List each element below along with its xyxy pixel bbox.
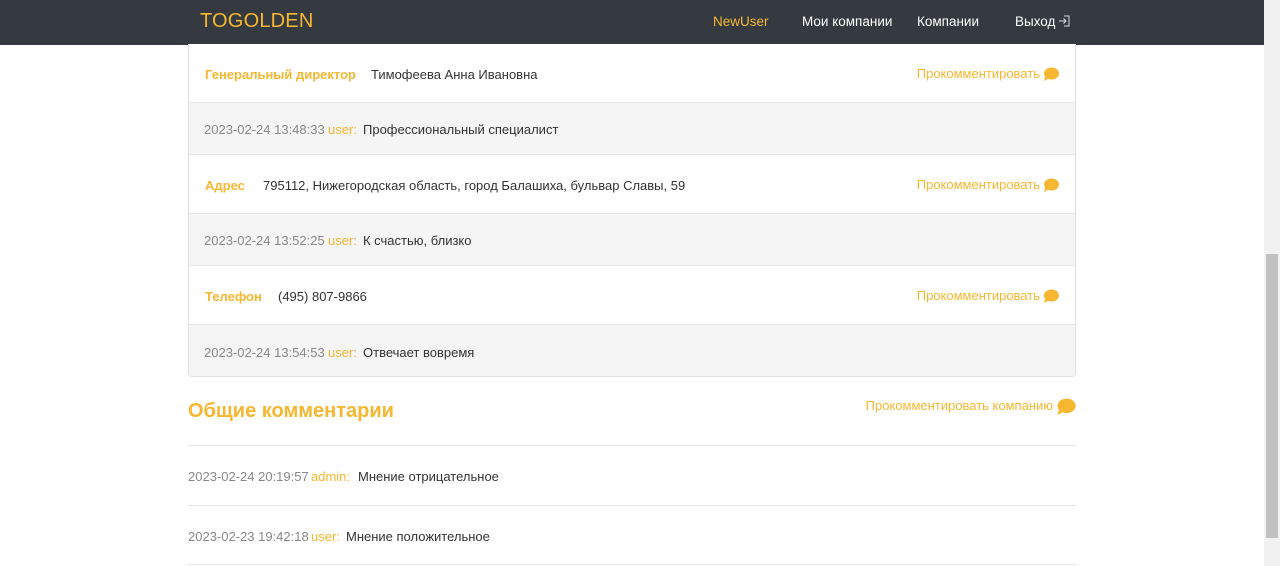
general-comments-title: Общие комментарии bbox=[188, 400, 394, 422]
comment-field-label: Прокомментировать bbox=[916, 66, 1040, 81]
company-fields-card: Генеральный директор Тимофеева Анна Иван… bbox=[188, 44, 1076, 377]
field-comment-row: 2023-02-24 13:52:25 user: К счастью, бли… bbox=[189, 213, 1075, 265]
field-label: Телефон bbox=[205, 289, 262, 304]
comment-timestamp: 2023-02-24 13:52:25 bbox=[204, 233, 325, 248]
scrollbar-thumb[interactable] bbox=[1266, 254, 1278, 538]
comment-author: user: bbox=[328, 345, 357, 360]
speech-bubble-icon bbox=[1044, 67, 1059, 81]
divider bbox=[188, 505, 1076, 506]
field-comment-row: 2023-02-24 13:54:53 user: Отвечает вовре… bbox=[189, 324, 1075, 376]
comment-field-label: Прокомментировать bbox=[916, 177, 1040, 192]
general-comment-item: 2023-02-23 19:42:18 user: Мнение положит… bbox=[188, 529, 1076, 549]
comment-field-link[interactable]: Прокомментировать bbox=[917, 288, 1059, 303]
comment-author: user: bbox=[328, 122, 357, 137]
comment-text: К счастью, близко bbox=[363, 233, 472, 248]
comment-text: Отвечает вовремя bbox=[363, 345, 475, 360]
comment-text: Мнение отрицательное bbox=[358, 469, 499, 484]
field-row-address: Адрес 795112, Нижегородская область, гор… bbox=[189, 154, 1075, 213]
nav-my-companies-link[interactable]: Мои компании bbox=[802, 14, 892, 29]
comment-field-link[interactable]: Прокомментировать bbox=[917, 66, 1059, 81]
comment-text: Профессиональный специалист bbox=[363, 122, 559, 137]
logout-icon bbox=[1059, 15, 1070, 27]
page-scrollbar[interactable] bbox=[1264, 0, 1280, 566]
comment-company-label: Прокомментировать компанию bbox=[865, 398, 1053, 413]
comment-timestamp: 2023-02-24 20:19:57 bbox=[188, 469, 309, 484]
field-row-director: Генеральный директор Тимофеева Анна Иван… bbox=[189, 44, 1075, 102]
general-comment-item: 2023-02-24 20:19:57 admin: Мнение отрица… bbox=[188, 469, 1076, 489]
comment-timestamp: 2023-02-23 19:42:18 bbox=[188, 529, 309, 544]
speech-bubble-icon bbox=[1057, 398, 1076, 415]
comment-company-link[interactable]: Прокомментировать компанию bbox=[866, 398, 1076, 415]
nav-user-link[interactable]: NewUser bbox=[713, 14, 769, 29]
field-label: Генеральный директор bbox=[205, 67, 356, 82]
comment-field-link[interactable]: Прокомментировать bbox=[917, 177, 1059, 192]
divider bbox=[188, 564, 1076, 565]
speech-bubble-icon bbox=[1044, 178, 1059, 192]
logout-label: Выход bbox=[1015, 14, 1056, 29]
field-value: Тимофеева Анна Ивановна bbox=[371, 67, 538, 82]
field-value: (495) 807-9866 bbox=[278, 289, 367, 304]
comment-author: user: bbox=[328, 233, 357, 248]
field-row-phone: Телефон (495) 807-9866 Прокомментировать bbox=[189, 265, 1075, 324]
comment-field-label: Прокомментировать bbox=[916, 288, 1040, 303]
comment-author: user: bbox=[311, 529, 340, 544]
field-label: Адрес bbox=[205, 178, 245, 193]
comment-timestamp: 2023-02-24 13:54:53 bbox=[204, 345, 325, 360]
field-comment-row: 2023-02-24 13:48:33 user: Профессиональн… bbox=[189, 102, 1075, 154]
comment-author: admin: bbox=[311, 469, 351, 484]
brand-logo[interactable]: TOGOLDEN bbox=[200, 10, 313, 33]
nav-logout-link[interactable]: Выход bbox=[1015, 14, 1070, 29]
speech-bubble-icon bbox=[1044, 289, 1059, 303]
field-value: 795112, Нижегородская область, город Бал… bbox=[263, 178, 686, 193]
nav-companies-link[interactable]: Компании bbox=[917, 14, 979, 29]
comment-text: Мнение положительное bbox=[346, 529, 490, 544]
top-navbar: TOGOLDEN NewUser Мои компании Компании В… bbox=[0, 0, 1264, 45]
divider bbox=[188, 445, 1076, 446]
comment-timestamp: 2023-02-24 13:48:33 bbox=[204, 122, 325, 137]
